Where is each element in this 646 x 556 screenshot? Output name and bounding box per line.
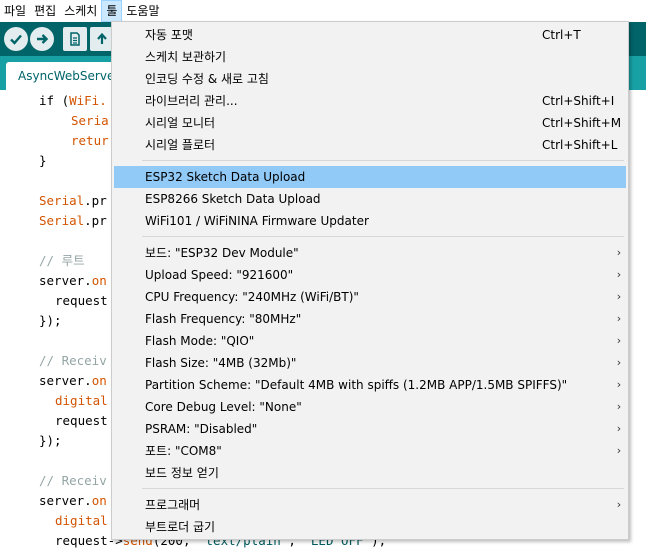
menu-file[interactable]: 파일: [0, 0, 30, 22]
code-line: Serial.pr: [39, 213, 107, 228]
menu-item-flash-size[interactable]: Flash Size: "4MB (32Mb)" ›: [114, 352, 626, 374]
submenu-arrow-icon: ›: [616, 400, 622, 413]
submenu-arrow-icon: ›: [616, 422, 622, 435]
submenu-arrow-icon: ›: [616, 268, 622, 281]
upload-button[interactable]: [30, 27, 54, 51]
menu-separator: [142, 236, 624, 237]
checkmark-icon: [10, 34, 22, 45]
code-line: Seria: [71, 113, 109, 128]
menu-separator: [142, 488, 624, 489]
menu-item-programmer[interactable]: 프로그래머 ›: [114, 494, 626, 516]
submenu-arrow-icon: ›: [616, 312, 622, 325]
verify-button[interactable]: [4, 27, 28, 51]
code-line: digital: [55, 513, 108, 528]
submenu-arrow-icon: ›: [616, 334, 622, 347]
menu-item-psram[interactable]: PSRAM: "Disabled" ›: [114, 418, 626, 440]
menu-item-board[interactable]: 보드: "ESP32 Dev Module" ›: [114, 242, 626, 264]
menu-item-wifi-firmware-updater[interactable]: WiFi101 / WiFiNINA Firmware Updater: [114, 210, 626, 232]
submenu-arrow-icon: ›: [616, 356, 622, 369]
menu-separator: [142, 160, 624, 161]
menu-item-burn-bootloader[interactable]: 부트로더 굽기: [114, 516, 626, 538]
menu-item-flash-frequency[interactable]: Flash Frequency: "80MHz" ›: [114, 308, 626, 330]
menu-item-cpu-frequency[interactable]: CPU Frequency: "240MHz (WiFi/BT)" ›: [114, 286, 626, 308]
menu-item-flash-mode[interactable]: Flash Mode: "QIO" ›: [114, 330, 626, 352]
menu-item-esp32-data-upload[interactable]: ESP32 Sketch Data Upload: [114, 166, 626, 188]
menu-item-port[interactable]: 포트: "COM8" ›: [114, 440, 626, 462]
submenu-arrow-icon: ›: [616, 444, 622, 457]
menu-item-serial-plotter[interactable]: 시리얼 플로터 Ctrl+Shift+L: [114, 134, 626, 156]
code-line: retur: [71, 133, 109, 148]
menu-item-fix-encoding[interactable]: 인코딩 수정 & 새로 고침: [114, 68, 626, 90]
code-line: server.on: [39, 273, 107, 288]
code-line: server.on: [39, 493, 107, 508]
code-comment: // Receiv: [39, 353, 107, 368]
code-line: server.on: [39, 373, 107, 388]
submenu-arrow-icon: ›: [616, 378, 622, 391]
menu-item-partition-scheme[interactable]: Partition Scheme: "Default 4MB with spif…: [114, 374, 626, 396]
submenu-arrow-icon: ›: [616, 246, 622, 259]
arrow-up-icon: [97, 32, 107, 44]
submenu-arrow-icon: ›: [616, 498, 622, 511]
code-comment: // 루트: [39, 253, 85, 268]
tools-menu: 자동 포맷 Ctrl+T 스케치 보관하기 인코딩 수정 & 새로 고침 라이브…: [111, 21, 629, 540]
code-comment: // Receiv: [39, 473, 107, 488]
code-line: });: [39, 433, 62, 448]
code-line: digital: [55, 393, 108, 408]
code-line: Serial.pr: [39, 193, 107, 208]
menu-item-archive-sketch[interactable]: 스케치 보관하기: [114, 46, 626, 68]
new-sketch-button[interactable]: [63, 27, 87, 51]
code-line: request: [55, 413, 108, 428]
menu-item-core-debug-level[interactable]: Core Debug Level: "None" ›: [114, 396, 626, 418]
code-line: request: [55, 293, 108, 308]
code-line: }: [39, 153, 47, 168]
menu-tools[interactable]: 툴: [101, 0, 123, 22]
menu-item-upload-speed[interactable]: Upload Speed: "921600" ›: [114, 264, 626, 286]
code-line: if (WiFi.: [39, 93, 107, 108]
menu-item-manage-libraries[interactable]: 라이브러리 관리... Ctrl+Shift+I: [114, 90, 626, 112]
menu-item-serial-monitor[interactable]: 시리얼 모니터 Ctrl+Shift+M: [114, 112, 626, 134]
menu-item-board-info[interactable]: 보드 정보 얻기: [114, 462, 626, 484]
code-line: });: [39, 313, 62, 328]
arrow-right-icon: [37, 34, 49, 44]
menu-item-auto-format[interactable]: 자동 포맷 Ctrl+T: [114, 24, 626, 46]
menu-help[interactable]: 도움말: [122, 0, 163, 22]
submenu-arrow-icon: ›: [616, 290, 622, 303]
menu-bar: 파일 편집 스케치 툴 도움말: [0, 0, 646, 22]
new-file-icon: [70, 32, 80, 46]
menu-sketch[interactable]: 스케치: [60, 0, 101, 22]
menu-edit[interactable]: 편집: [30, 0, 60, 22]
menu-item-esp8266-data-upload[interactable]: ESP8266 Sketch Data Upload: [114, 188, 626, 210]
